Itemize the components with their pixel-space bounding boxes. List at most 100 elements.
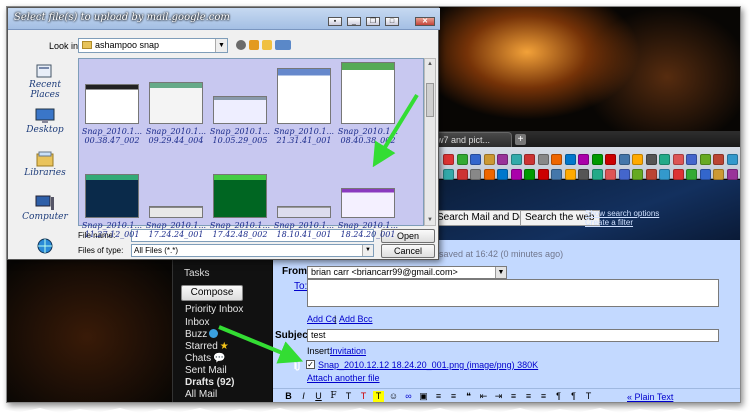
ltr-icon[interactable]: ¶ bbox=[568, 391, 579, 402]
file-thumbnail[interactable]: Snap_2010.1... 10.05.29_005 bbox=[208, 62, 272, 145]
show-search-options-link[interactable]: Show search options bbox=[585, 209, 659, 218]
bookmark-icon[interactable] bbox=[443, 169, 454, 180]
compose-mail-button[interactable]: Compose mail bbox=[181, 285, 243, 312]
numbered-list-icon[interactable]: ≡ bbox=[433, 391, 444, 402]
up-folder-icon[interactable] bbox=[249, 40, 259, 50]
file-thumbnail[interactable]: Snap_2010.1... 17.24.24_001 bbox=[144, 156, 208, 239]
bookmark-icon[interactable] bbox=[618, 154, 630, 165]
bookmark-icon[interactable] bbox=[470, 154, 481, 165]
close-button[interactable]: ✕ bbox=[415, 17, 435, 26]
bookmark-icon[interactable] bbox=[578, 169, 589, 180]
file-thumbnail[interactable]: Snap_2010.1... 08.40.38_002 bbox=[336, 62, 400, 145]
place-computer[interactable]: Computer bbox=[16, 195, 74, 222]
bookmark-icon[interactable] bbox=[483, 169, 495, 180]
maximize-button[interactable]: □ bbox=[385, 17, 399, 26]
add-bcc-link[interactable]: Add Bcc bbox=[339, 314, 373, 324]
file-thumbnail[interactable]: Snap_2010.1... 21.31.41_001 bbox=[272, 62, 336, 145]
dialog-menu-button[interactable]: ▪ bbox=[328, 17, 342, 26]
bookmark-icon[interactable] bbox=[605, 154, 616, 165]
bookmark-icon[interactable] bbox=[564, 169, 576, 180]
remove-format-icon[interactable]: T bbox=[583, 391, 594, 402]
bookmark-icon[interactable] bbox=[686, 169, 697, 180]
attach-another-file-link[interactable]: Attach another file bbox=[307, 373, 380, 383]
scroll-up-icon[interactable]: ▲ bbox=[426, 60, 434, 68]
bookmark-icon[interactable] bbox=[713, 169, 724, 180]
nav-drafts[interactable]: Drafts (92) bbox=[185, 377, 234, 388]
invitation-link[interactable]: Invitation bbox=[330, 346, 366, 356]
look-in-select[interactable]: ashampoo snap ▼ bbox=[78, 38, 228, 53]
indent-more-icon[interactable]: ⇥ bbox=[493, 391, 504, 402]
scroll-down-icon[interactable]: ▼ bbox=[426, 216, 434, 224]
bookmark-icon[interactable] bbox=[591, 154, 603, 165]
view-menu-icon[interactable] bbox=[275, 40, 291, 50]
underline-button[interactable]: U bbox=[313, 391, 324, 402]
align-left-icon[interactable]: ≡ bbox=[508, 391, 519, 402]
italic-button[interactable]: I bbox=[298, 391, 309, 402]
bulleted-list-icon[interactable]: ≡ bbox=[448, 391, 459, 402]
bookmark-icon[interactable] bbox=[699, 169, 711, 180]
bookmark-icon[interactable] bbox=[726, 154, 738, 165]
bookmark-icon[interactable] bbox=[564, 154, 576, 165]
bookmark-icon[interactable] bbox=[632, 169, 643, 180]
bold-button[interactable]: B bbox=[283, 391, 294, 402]
nav-priority-inbox[interactable]: Priority Inbox bbox=[185, 304, 243, 315]
bookmark-icon[interactable] bbox=[713, 154, 724, 165]
smiley-icon[interactable]: ☺ bbox=[388, 391, 399, 402]
nav-all-mail[interactable]: All Mail bbox=[185, 389, 217, 400]
bookmark-icon[interactable] bbox=[645, 154, 657, 165]
bookmark-icon[interactable] bbox=[524, 169, 535, 180]
browser-tab[interactable]: w7 and pict... bbox=[432, 132, 512, 147]
to-input[interactable] bbox=[307, 279, 719, 307]
indent-less-icon[interactable]: ⇤ bbox=[478, 391, 489, 402]
add-cc-link[interactable]: Add Cc bbox=[307, 314, 337, 324]
new-folder-icon[interactable] bbox=[262, 40, 272, 50]
highlight-button[interactable]: T bbox=[373, 391, 384, 402]
nav-sent-mail[interactable]: Sent Mail bbox=[185, 365, 227, 376]
bookmark-icon[interactable] bbox=[497, 154, 508, 165]
attached-file-link[interactable]: Snap_2010.12.12 18.24.20_001.png (image/… bbox=[318, 360, 538, 370]
file-thumbnail[interactable]: Snap_2010.1... 00.38.47_002 bbox=[80, 62, 144, 145]
file-thumbnail[interactable]: Snap_2010.1... 09.29.44_004 bbox=[144, 62, 208, 145]
bookmark-icon[interactable] bbox=[672, 169, 684, 180]
file-thumbnail[interactable]: Snap_2010.1... 11.27.12_001 bbox=[80, 156, 144, 239]
file-list-scrollbar[interactable]: ▲ ▼ bbox=[424, 58, 436, 226]
file-thumbnail[interactable]: Snap_2010.1... 18.10.41_001 bbox=[272, 156, 336, 239]
create-filter-link[interactable]: Create a filter bbox=[585, 218, 659, 227]
rtl-icon[interactable]: ¶ bbox=[553, 391, 564, 402]
bookmark-icon[interactable] bbox=[443, 154, 454, 165]
bookmark-icon[interactable] bbox=[672, 154, 684, 165]
image-icon[interactable]: ▣ bbox=[418, 391, 429, 402]
bookmark-icon[interactable] bbox=[537, 169, 549, 180]
bookmark-icon[interactable] bbox=[659, 169, 670, 180]
plain-text-link[interactable]: « Plain Text bbox=[627, 392, 673, 402]
nav-starred[interactable]: Starred ★ bbox=[185, 341, 229, 352]
attachment-checkbox[interactable]: ✓ bbox=[306, 360, 315, 369]
bookmark-icon[interactable] bbox=[591, 169, 603, 180]
minimize-button[interactable]: _ bbox=[347, 17, 361, 26]
nav-chats[interactable]: Chats 💬 bbox=[185, 353, 226, 364]
tasks-link[interactable]: Tasks bbox=[184, 268, 210, 279]
font-button[interactable]: F bbox=[328, 391, 339, 402]
bookmark-icon[interactable] bbox=[686, 154, 697, 165]
bookmark-icon[interactable] bbox=[605, 169, 616, 180]
bookmark-icon[interactable] bbox=[632, 154, 643, 165]
align-center-icon[interactable]: ≡ bbox=[523, 391, 534, 402]
bookmark-icon[interactable] bbox=[726, 169, 738, 180]
scrollbar-thumb[interactable] bbox=[426, 83, 434, 117]
place-network[interactable] bbox=[16, 238, 74, 255]
bookmark-icon[interactable] bbox=[456, 169, 468, 180]
bookmark-icon[interactable] bbox=[497, 169, 508, 180]
bookmark-icon[interactable] bbox=[524, 154, 535, 165]
bookmark-icon[interactable] bbox=[510, 154, 522, 165]
bookmark-icon[interactable] bbox=[510, 169, 522, 180]
font-size-button[interactable]: T bbox=[343, 391, 354, 402]
cancel-button[interactable]: Cancel bbox=[381, 244, 435, 258]
nav-inbox[interactable]: Inbox bbox=[185, 317, 209, 328]
place-desktop[interactable]: Desktop bbox=[16, 108, 74, 135]
place-libraries[interactable]: Libraries bbox=[16, 151, 74, 178]
nav-buzz[interactable]: Buzz bbox=[185, 329, 219, 340]
place-recent[interactable]: Recent Places bbox=[16, 63, 74, 100]
file-type-select[interactable]: All Files (*.*) ▼ bbox=[131, 244, 374, 257]
quote-icon[interactable]: ❝ bbox=[463, 391, 474, 402]
bookmark-icon[interactable] bbox=[699, 154, 711, 165]
